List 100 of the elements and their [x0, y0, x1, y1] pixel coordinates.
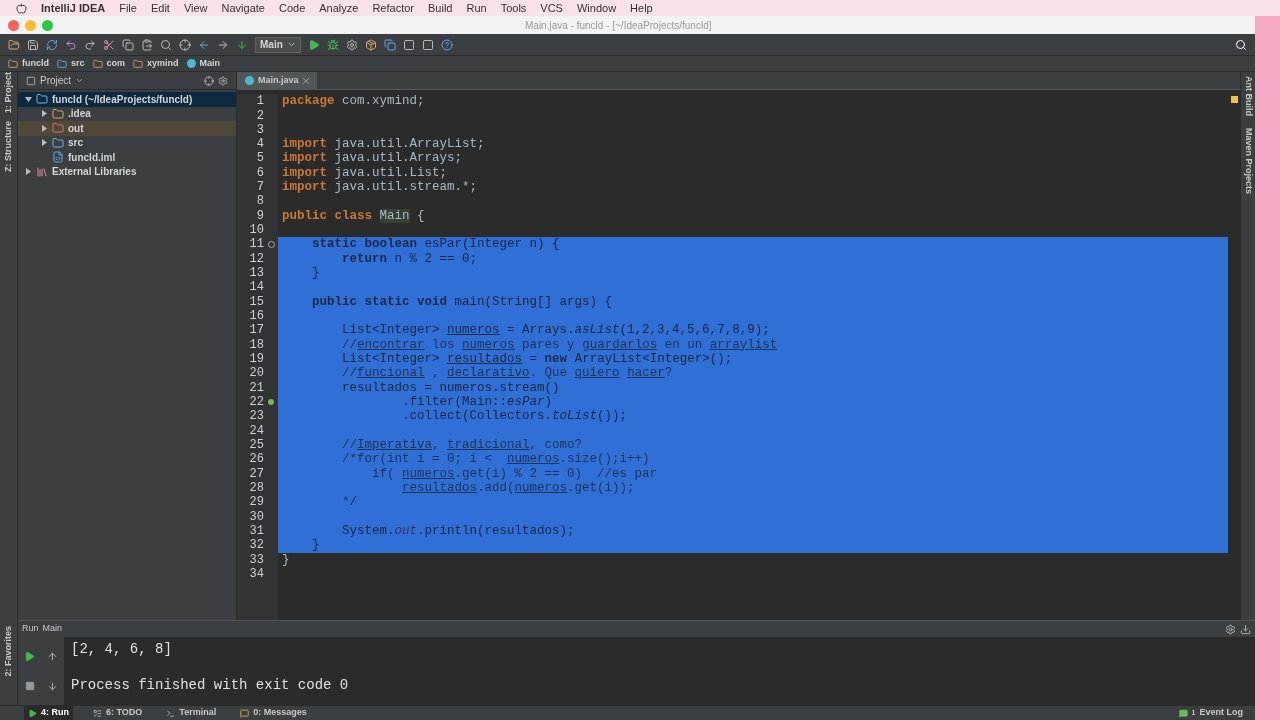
menu-item[interactable]: View — [183, 0, 208, 17]
menu-item[interactable]: File — [119, 0, 137, 17]
run-icon[interactable] — [307, 38, 320, 51]
caret-icon — [286, 40, 296, 49]
tree-item[interactable]: .idea — [18, 106, 236, 121]
line-number: 6 — [256, 164, 264, 181]
tree-item-label: funcld (~/IdeaProjects/funcld) — [52, 92, 193, 107]
close-window-button[interactable] — [8, 19, 19, 31]
copy-icon[interactable] — [122, 38, 134, 51]
line-number: 22 — [249, 394, 264, 410]
line-number: 5 — [256, 150, 264, 167]
run-config-label[interactable]: Main — [42, 622, 63, 636]
line-number: 24 — [249, 422, 264, 439]
tree-item[interactable]: funcld (~/IdeaProjects/funcld) — [18, 92, 236, 107]
breadcrumb[interactable]: src — [57, 56, 85, 71]
build-icon[interactable] — [236, 38, 248, 51]
menu-item[interactable]: Navigate — [221, 0, 265, 17]
up-icon[interactable] — [47, 650, 58, 662]
line-number: 10 — [249, 222, 264, 238]
menu-item[interactable]: Help — [630, 0, 653, 17]
tree-item[interactable]: src — [18, 135, 236, 150]
debug-icon[interactable] — [326, 38, 339, 51]
module-folder-icon — [36, 93, 48, 106]
tool-window-button[interactable]: 0: Messages — [236, 706, 311, 720]
line-number: 33 — [249, 551, 264, 568]
source-folder-icon — [52, 136, 64, 149]
tool-window-button[interactable]: 4: Run — [24, 706, 73, 720]
event-log-label: Event Log — [1199, 706, 1243, 720]
tree-item[interactable]: External Libraries — [18, 164, 236, 179]
tree-item[interactable]: funcld.iml — [18, 150, 236, 165]
panel-title: Run — [22, 622, 39, 636]
line-number: 16 — [249, 308, 264, 324]
ant-build-tool-tab[interactable]: Ant Build — [1241, 76, 1255, 116]
help-icon[interactable] — [440, 38, 453, 51]
lambda-icon[interactable] — [268, 399, 274, 406]
tool-window-button[interactable]: 6: TODO — [89, 706, 147, 720]
close-icon[interactable] — [302, 77, 309, 84]
breadcrumb[interactable]: xymind — [133, 56, 179, 71]
line-number: 13 — [249, 265, 264, 281]
tab-label: Main.java — [258, 73, 299, 87]
breadcrumb[interactable]: Main — [186, 56, 221, 71]
app-menu[interactable]: IntelliJ IDEA — [41, 0, 106, 17]
undo-icon[interactable] — [65, 38, 77, 51]
line-number: 30 — [249, 508, 264, 525]
folder-icon — [52, 122, 64, 135]
apple-icon[interactable] — [16, 2, 27, 14]
line-number: 15 — [249, 293, 264, 310]
expand-arrow-icon[interactable] — [24, 95, 32, 104]
breadcrumb[interactable]: funcld — [8, 56, 49, 71]
redo-icon[interactable] — [84, 38, 96, 51]
line-number: 26 — [249, 451, 264, 468]
tool-window-button[interactable]: Terminal — [162, 706, 221, 720]
sync-icon[interactable] — [46, 38, 58, 51]
menu-item[interactable]: Run — [466, 0, 487, 17]
structure-tool-tab[interactable]: Z: Structure — [0, 121, 20, 173]
breadcrumb[interactable]: com — [92, 56, 126, 71]
stop-icon[interactable] — [24, 681, 35, 691]
favorites-tool-tab[interactable]: 2: Favorites — [0, 626, 20, 677]
down-icon[interactable] — [47, 680, 58, 692]
folder-icon — [57, 58, 67, 69]
collapse-arrow-icon[interactable] — [24, 167, 32, 176]
menu-item[interactable]: Analyze — [319, 0, 359, 17]
line-number: 23 — [249, 408, 264, 425]
paste-icon[interactable] — [141, 38, 153, 51]
editor-tab[interactable]: Main.java — [237, 72, 317, 89]
scroll-from-source-icon[interactable] — [204, 75, 214, 86]
back-icon[interactable] — [198, 38, 210, 51]
save-icon[interactable] — [27, 38, 39, 51]
menu-item[interactable]: Window — [576, 0, 617, 17]
panel-title[interactable]: Project — [40, 73, 72, 88]
code-line: public class Main { — [281, 208, 426, 223]
balloon-icon — [1178, 708, 1188, 718]
forward-icon[interactable] — [217, 38, 229, 51]
menu-item[interactable]: Tools — [500, 0, 527, 17]
menu-item[interactable]: Build — [428, 0, 453, 17]
code-line: import java.util.List; — [281, 165, 449, 180]
menu-item[interactable]: VCS — [540, 0, 563, 17]
settings-icon[interactable] — [218, 75, 228, 86]
class-icon — [245, 76, 254, 85]
menu-item[interactable]: Refactor — [372, 0, 414, 17]
open-icon[interactable] — [8, 38, 20, 51]
rerun-icon[interactable] — [24, 650, 35, 662]
menu-item[interactable]: Code — [278, 0, 306, 17]
find-icon[interactable] — [160, 38, 172, 51]
warning-marker-icon[interactable] — [1230, 96, 1238, 103]
search-icon[interactable] — [1235, 38, 1247, 51]
line-number: 11 — [249, 236, 264, 253]
maven-projects-tool-tab[interactable]: Maven Projects — [1241, 128, 1255, 195]
line-number: 3 — [256, 121, 264, 138]
settings-icon[interactable] — [1225, 623, 1236, 635]
menu-item[interactable]: Edit — [150, 0, 170, 17]
cut-icon[interactable] — [103, 38, 115, 51]
library-icon — [36, 165, 48, 178]
run-config-dropdown[interactable]: Main — [255, 36, 301, 53]
line-number: 9 — [256, 207, 264, 224]
tree-item[interactable]: out — [18, 121, 236, 136]
project-tool-tab[interactable]: 1: Project — [0, 72, 20, 113]
folder-icon — [133, 58, 144, 69]
caret-icon[interactable] — [75, 76, 85, 85]
line-number: 2 — [256, 107, 264, 124]
